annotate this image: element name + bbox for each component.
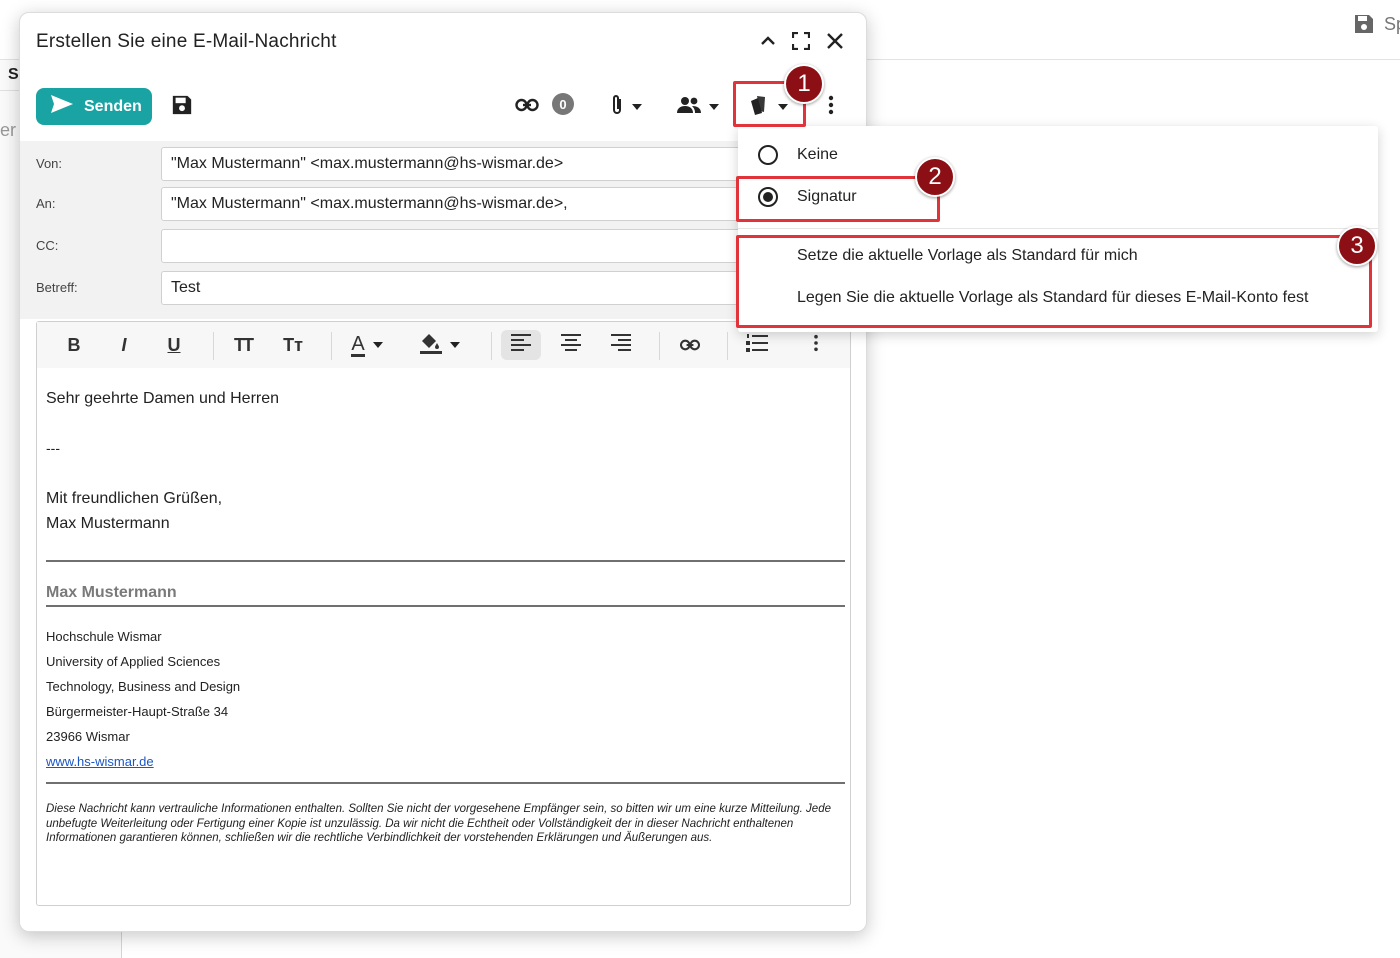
align-right-button[interactable] — [601, 330, 641, 360]
align-right-icon — [611, 333, 631, 357]
paint-bucket-icon — [418, 331, 442, 360]
close-icon — [826, 32, 844, 55]
fullscreen-button[interactable] — [790, 31, 812, 55]
chevron-up-icon — [760, 33, 776, 54]
highlight-signatur-option — [736, 176, 940, 222]
from-field[interactable]: "Max Mustermann" <max.mustermann@hs-wism… — [161, 147, 761, 181]
save-draft-button[interactable] — [170, 95, 194, 119]
floppy-disk-icon — [171, 94, 193, 121]
from-label: Von: — [36, 156, 63, 171]
more-vertical-icon — [828, 95, 834, 120]
background-left-letter: S — [8, 66, 19, 83]
insert-link-button[interactable] — [514, 95, 540, 119]
attachment-button[interactable] — [606, 93, 646, 121]
radio-keine[interactable] — [758, 145, 778, 165]
annotation-marker-1: 1 — [784, 64, 824, 104]
signature-divider — [46, 560, 845, 562]
close-button[interactable] — [824, 32, 846, 54]
numbered-list-icon — [746, 333, 768, 357]
send-label: Senden — [84, 97, 142, 115]
highlight-default-actions — [736, 235, 1372, 328]
chevron-down-icon — [450, 342, 460, 348]
font-color-icon: A — [351, 332, 365, 357]
more-vertical-icon — [813, 334, 819, 357]
signature-line: Hochschule Wismar — [46, 629, 162, 644]
editor-toolbar: B I U TT Tт A — [37, 322, 850, 368]
chevron-down-icon — [632, 104, 642, 110]
cc-field[interactable] — [161, 229, 761, 263]
signature-line: 23966 Wismar — [46, 729, 130, 744]
paperclip-icon — [610, 93, 624, 122]
editor-more-button[interactable] — [809, 330, 823, 360]
body-separator: --- — [46, 440, 60, 456]
send-button[interactable]: Senden — [36, 88, 152, 125]
link-count-badge: 0 — [552, 93, 574, 115]
font-size-button[interactable]: TT — [229, 330, 257, 360]
font-color-button[interactable]: A — [343, 330, 391, 360]
toolbar-divider — [659, 332, 660, 360]
contacts-button[interactable] — [674, 95, 720, 119]
link-icon — [679, 335, 701, 356]
subject-label: Betreff: — [36, 280, 78, 295]
toolbar-divider — [213, 332, 214, 360]
signature-line: University of Applied Sciences — [46, 654, 221, 669]
to-label: An: — [36, 196, 56, 211]
signature-line: Technology, Business and Design — [46, 679, 241, 694]
background-top-right-partial: Sp — [1384, 14, 1400, 34]
align-left-button[interactable] — [501, 330, 541, 360]
signature-divider — [46, 605, 845, 607]
annotation-marker-2: 2 — [915, 157, 955, 197]
align-center-button[interactable] — [551, 330, 591, 360]
underline-button[interactable]: U — [161, 330, 187, 360]
toolbar-divider — [727, 332, 728, 360]
align-center-icon — [561, 333, 581, 357]
highlight-color-button[interactable] — [415, 330, 463, 360]
more-options-button[interactable] — [824, 95, 838, 119]
signature-disclaimer: Diese Nachricht kann vertrauliche Inform… — [46, 803, 831, 844]
bold-button[interactable]: B — [61, 330, 87, 360]
align-left-icon — [511, 333, 531, 357]
body-closing-name: Max Mustermann — [46, 515, 170, 532]
editor-link-button[interactable] — [675, 330, 705, 360]
chevron-down-icon — [708, 104, 719, 110]
chevron-down-icon — [372, 342, 383, 348]
body-greeting: Sehr geehrte Damen und Herren — [46, 390, 280, 407]
signature-name: Max Mustermann — [46, 584, 177, 601]
cc-label: CC: — [36, 238, 59, 253]
italic-button[interactable]: I — [111, 330, 137, 360]
expand-icon — [791, 31, 811, 55]
annotation-marker-3: 3 — [1337, 226, 1377, 266]
toolbar-divider — [331, 332, 332, 360]
dropdown-divider — [738, 228, 1378, 229]
option-keine[interactable]: Keine — [797, 146, 838, 164]
toolbar-divider — [491, 332, 492, 360]
collapse-button[interactable] — [757, 32, 779, 54]
signature-divider — [46, 782, 845, 784]
compose-title: Erstellen Sie eine E-Mail-Nachricht — [36, 31, 337, 52]
send-icon — [50, 94, 74, 119]
body-closing: Mit freundlichen Grüßen, — [46, 490, 223, 507]
subject-field[interactable]: Test — [161, 271, 761, 305]
background-left-partial: er — [0, 120, 17, 140]
signature-line: Bürgermeister-Haupt-Straße 34 — [46, 704, 229, 719]
message-editor[interactable]: B I U TT Tт A Sehr geehrte Damen und Her… — [36, 321, 851, 906]
text-case-button[interactable]: Tт — [279, 330, 307, 360]
numbered-list-button[interactable] — [743, 330, 771, 360]
link-icon — [515, 98, 539, 117]
to-field[interactable]: "Max Mustermann" <max.mustermann@hs-wism… — [161, 187, 761, 221]
people-icon — [676, 96, 702, 119]
save-icon[interactable] — [1352, 12, 1378, 38]
signature-website-link[interactable]: www.hs-wismar.de — [46, 754, 154, 769]
